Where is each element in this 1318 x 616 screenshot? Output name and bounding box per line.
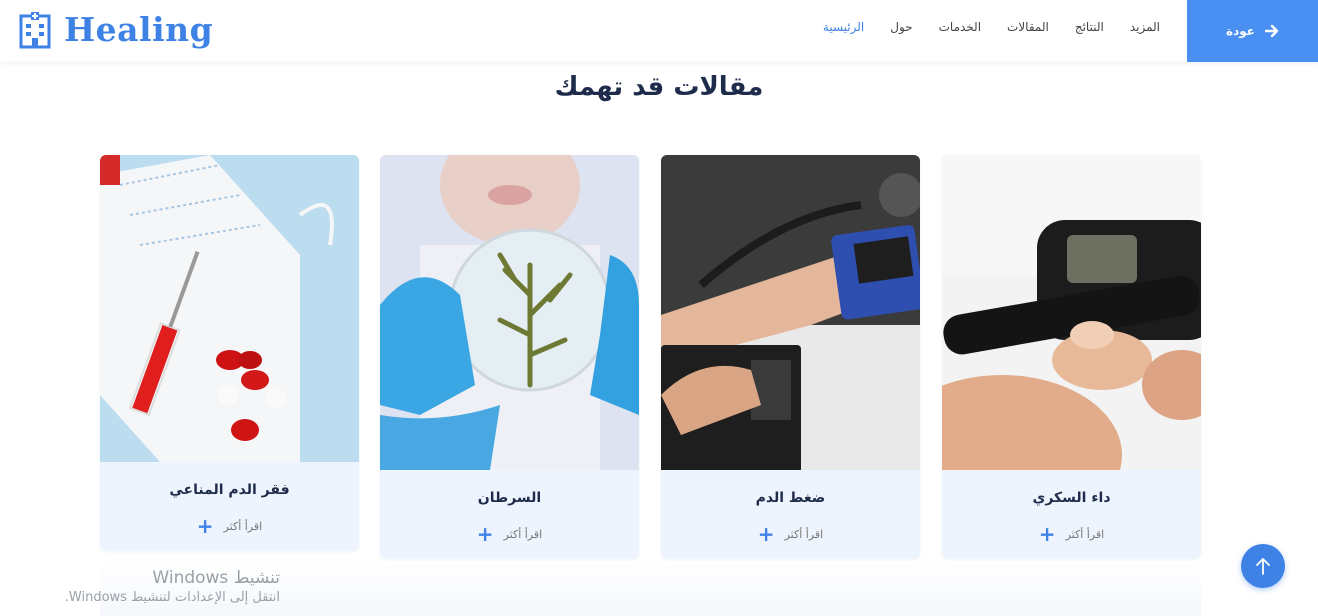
plus-icon: + — [1038, 522, 1056, 546]
read-more-link[interactable]: اقرأ أكثر + — [758, 524, 823, 544]
read-more-link[interactable]: اقرأ أكثر + — [477, 524, 542, 544]
plus-icon: + — [476, 522, 494, 546]
card-title: داء السكري — [1032, 490, 1111, 506]
nav-item-more[interactable]: المزيد — [1130, 20, 1160, 34]
back-button[interactable]: عودة — [1187, 0, 1318, 62]
back-button-label: عودة — [1226, 24, 1255, 38]
arrow-up-icon — [1256, 558, 1270, 575]
article-card-diabetes[interactable]: داء السكري اقرأ أكثر + — [942, 155, 1201, 559]
read-more-label: اقرأ أكثر — [1065, 527, 1105, 541]
card-image — [380, 155, 639, 470]
card-image — [100, 155, 359, 462]
syringe-mask-pills-photo — [100, 155, 359, 462]
hospital-icon — [19, 11, 51, 48]
nav-item-home[interactable]: الرئيسية — [823, 20, 864, 34]
glucose-meter-photo — [942, 155, 1201, 470]
article-card-cancer[interactable]: السرطان اقرأ أكثر + — [380, 155, 639, 559]
nav-item-articles[interactable]: المقالات — [1007, 20, 1049, 34]
article-card-blood-pressure[interactable]: ضغط الدم اقرأ أكثر + — [661, 155, 920, 559]
blood-pressure-cuff-photo — [661, 155, 920, 470]
watermark-subtitle: انتقل إلى الإعدادات لتنشيط Windows. — [64, 590, 280, 605]
nav-item-about[interactable]: حول — [890, 20, 912, 34]
windows-activation-watermark: تنشيط Windows انتقل إلى الإعدادات لتنشيط… — [44, 568, 280, 605]
plus-icon: + — [757, 522, 775, 546]
top-header: Healing الرئيسية حول الخدمات المقالات ال… — [0, 0, 1318, 62]
arrow-right-icon — [1264, 24, 1279, 38]
nav-item-services[interactable]: الخدمات — [939, 20, 981, 34]
section-title: مقالات قد تهمك — [554, 72, 764, 102]
petri-dish-photo — [380, 155, 639, 470]
nav-item-results[interactable]: النتائج — [1075, 20, 1104, 34]
card-title: فقر الدم المناعي — [169, 482, 290, 498]
read-more-label: اقرأ أكثر — [784, 527, 824, 541]
read-more-label: اقرأ أكثر — [223, 519, 263, 533]
card-title: ضغط الدم — [755, 490, 826, 506]
logo-text: Healing — [64, 10, 214, 49]
article-card-anemia[interactable]: فقر الدم المناعي اقرأ أكثر + — [100, 155, 359, 551]
read-more-label: اقرأ أكثر — [503, 527, 543, 541]
card-image — [942, 155, 1201, 470]
logo[interactable]: Healing — [18, 10, 213, 49]
read-more-link[interactable]: اقرأ أكثر + — [1039, 524, 1104, 544]
card-image — [661, 155, 920, 470]
watermark-title: تنشيط Windows — [152, 568, 280, 588]
main-nav: الرئيسية حول الخدمات المقالات النتائج ال… — [823, 20, 1160, 34]
card-title: السرطان — [477, 490, 542, 506]
plus-icon: + — [196, 514, 214, 538]
read-more-link[interactable]: اقرأ أكثر + — [197, 516, 262, 536]
scroll-to-top-button[interactable] — [1241, 544, 1285, 588]
